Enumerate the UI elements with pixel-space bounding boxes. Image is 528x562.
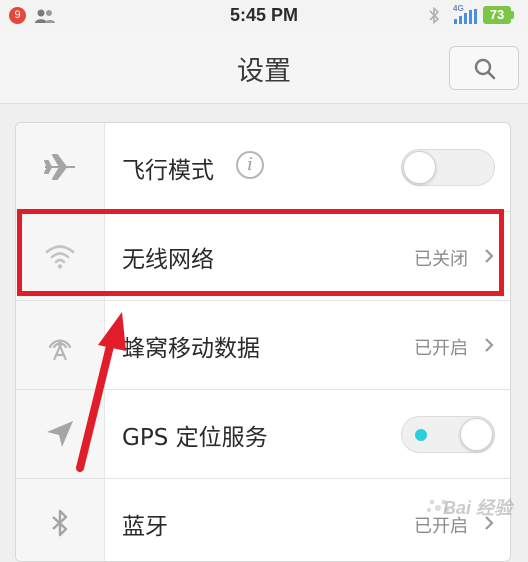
airplane-mode-toggle[interactable]	[401, 149, 495, 186]
search-icon	[474, 58, 496, 80]
bluetooth-status-icon	[429, 7, 440, 24]
status-bar: 9 5:45 PM 4G 73	[0, 0, 528, 31]
wifi-status: 已关闭	[414, 249, 468, 270]
chevron-right-icon	[485, 249, 494, 263]
wifi-label: 无线网络	[122, 247, 214, 273]
settings-row-cellular-data[interactable]: 蜂窝移动数据 已开启	[16, 301, 510, 390]
location-icon	[47, 421, 73, 447]
bluetooth-status: 已开启	[414, 516, 468, 537]
signal-icon	[454, 9, 477, 24]
chevron-right-icon	[485, 516, 494, 530]
settings-row-airplane-mode[interactable]: 飞行模式 i	[16, 123, 510, 212]
info-icon[interactable]: i	[236, 151, 264, 179]
wifi-icon	[45, 245, 75, 269]
bluetooth-label: 蓝牙	[122, 514, 168, 540]
gps-toggle[interactable]	[401, 416, 495, 453]
toggle-on-indicator	[415, 429, 427, 441]
status-time: 5:45 PM	[229, 5, 299, 25]
settings-list: 飞行模式 i 无线网络 已关闭 蜂窝移动数据 已开启 GPS 定位服务 蓝牙 已…	[15, 122, 511, 562]
battery-icon: 73	[483, 6, 511, 24]
header: 设置	[0, 31, 528, 104]
settings-row-bluetooth[interactable]: 蓝牙 已开启	[16, 479, 510, 561]
search-button[interactable]	[449, 46, 519, 90]
cellular-data-label: 蜂窝移动数据	[122, 336, 260, 362]
battery-tip	[511, 11, 514, 19]
airplane-mode-label: 飞行模式	[122, 158, 214, 184]
toggle-knob	[460, 418, 493, 451]
airplane-icon	[44, 154, 75, 180]
gps-label: GPS 定位服务	[122, 425, 268, 451]
settings-row-wifi[interactable]: 无线网络 已关闭	[16, 212, 510, 301]
chevron-right-icon	[485, 338, 494, 352]
bluetooth-icon	[52, 509, 68, 537]
settings-row-gps[interactable]: GPS 定位服务	[16, 390, 510, 479]
toggle-knob	[403, 151, 436, 184]
cellular-icon	[48, 339, 72, 361]
cellular-data-status: 已开启	[414, 338, 468, 359]
